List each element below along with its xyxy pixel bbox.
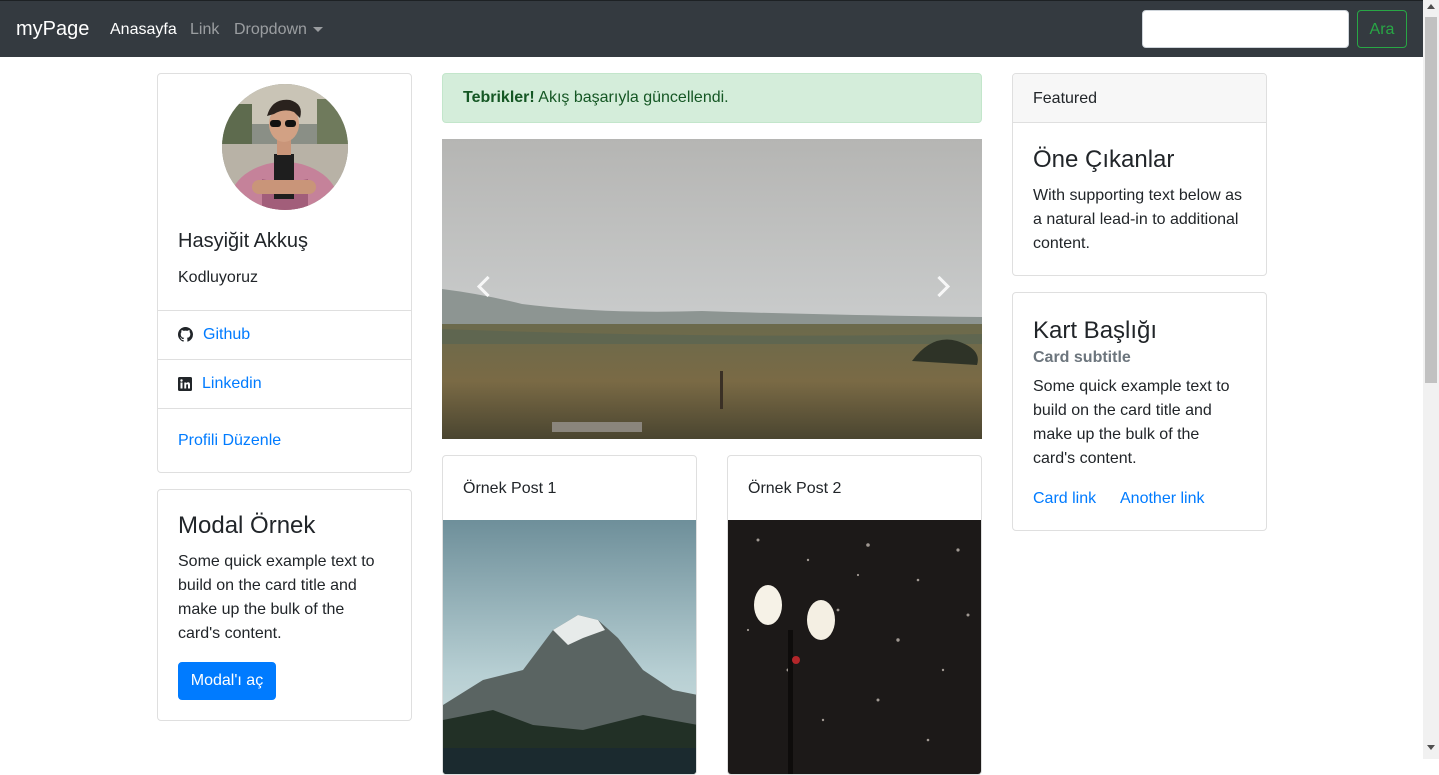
- profile-card: Hasyiğit Akkuş Kodluyoruz Github Linkedi…: [157, 73, 412, 473]
- card-header-text: Featured: [1033, 90, 1098, 107]
- search-input[interactable]: [1142, 10, 1349, 48]
- brand-logo[interactable]: myPage: [16, 18, 89, 41]
- scroll-down-arrow-icon[interactable]: [1427, 745, 1435, 750]
- modal-example-card: Modal Örnek Some quick example text to b…: [157, 489, 412, 721]
- post-card-2: Örnek Post 2: [727, 455, 982, 775]
- github-link[interactable]: Github: [203, 326, 250, 344]
- alert-message: Akış başarıyla güncellendi.: [534, 89, 729, 106]
- edit-profile-link[interactable]: Profili Düzenle: [178, 432, 281, 450]
- info-card: Kart Başlığı Card subtitle Some quick ex…: [1012, 292, 1267, 531]
- nav-dropdown[interactable]: Dropdown: [234, 21, 323, 39]
- card-text: Some quick example text to build on the …: [178, 553, 375, 642]
- search-button[interactable]: Ara: [1357, 10, 1407, 48]
- streetlamp-image: [728, 520, 981, 774]
- success-alert: Tebrikler! Akış başarıyla güncellendi.: [442, 73, 982, 123]
- avatar: [222, 84, 348, 210]
- list-item-edit-profile: Profili Düzenle: [158, 408, 411, 472]
- image-carousel: [442, 139, 982, 439]
- alert-strong: Tebrikler!: [463, 89, 535, 106]
- scroll-up-arrow-icon[interactable]: [1427, 4, 1435, 9]
- top-navbar: myPage Anasayfa Link Dropdown Ara: [0, 0, 1423, 57]
- linkedin-link[interactable]: Linkedin: [202, 375, 262, 393]
- page-scrollbar[interactable]: [1423, 0, 1439, 759]
- another-link[interactable]: Another link: [1120, 490, 1205, 508]
- card-title: Modal Örnek: [178, 512, 316, 539]
- profile-tagline: Kodluyoruz: [178, 269, 259, 286]
- mountain-image: [443, 520, 696, 774]
- card-link[interactable]: Card link: [1033, 490, 1096, 508]
- list-item-linkedin: Linkedin: [158, 359, 411, 408]
- caret-down-icon: [312, 27, 323, 33]
- card-header: Featured: [1013, 74, 1266, 123]
- github-icon: [178, 327, 193, 342]
- landscape-image: [442, 139, 982, 439]
- open-modal-button[interactable]: Modal'ı aç: [178, 662, 276, 700]
- card-title: Öne Çıkanlar: [1033, 146, 1175, 173]
- featured-card: Featured Öne Çıkanlar With supporting te…: [1012, 73, 1267, 276]
- scroll-thumb[interactable]: [1425, 17, 1437, 383]
- list-item-github: Github: [158, 310, 411, 359]
- card-text: With supporting text below as a natural …: [1033, 187, 1242, 252]
- nav-link-link[interactable]: Link: [190, 21, 219, 39]
- post-title: Örnek Post 1: [463, 480, 557, 497]
- nav-dropdown-label: Dropdown: [234, 21, 307, 38]
- post-title: Örnek Post 2: [748, 480, 842, 497]
- card-subtitle: Card subtitle: [1033, 349, 1131, 366]
- post-card-1: Örnek Post 1: [442, 455, 697, 775]
- profile-name: Hasyiğit Akkuş: [178, 230, 309, 252]
- card-title: Kart Başlığı: [1033, 317, 1158, 344]
- linkedin-icon: [178, 377, 192, 391]
- nav-link-home[interactable]: Anasayfa: [110, 21, 177, 39]
- card-text: Some quick example text to build on the …: [1033, 378, 1230, 467]
